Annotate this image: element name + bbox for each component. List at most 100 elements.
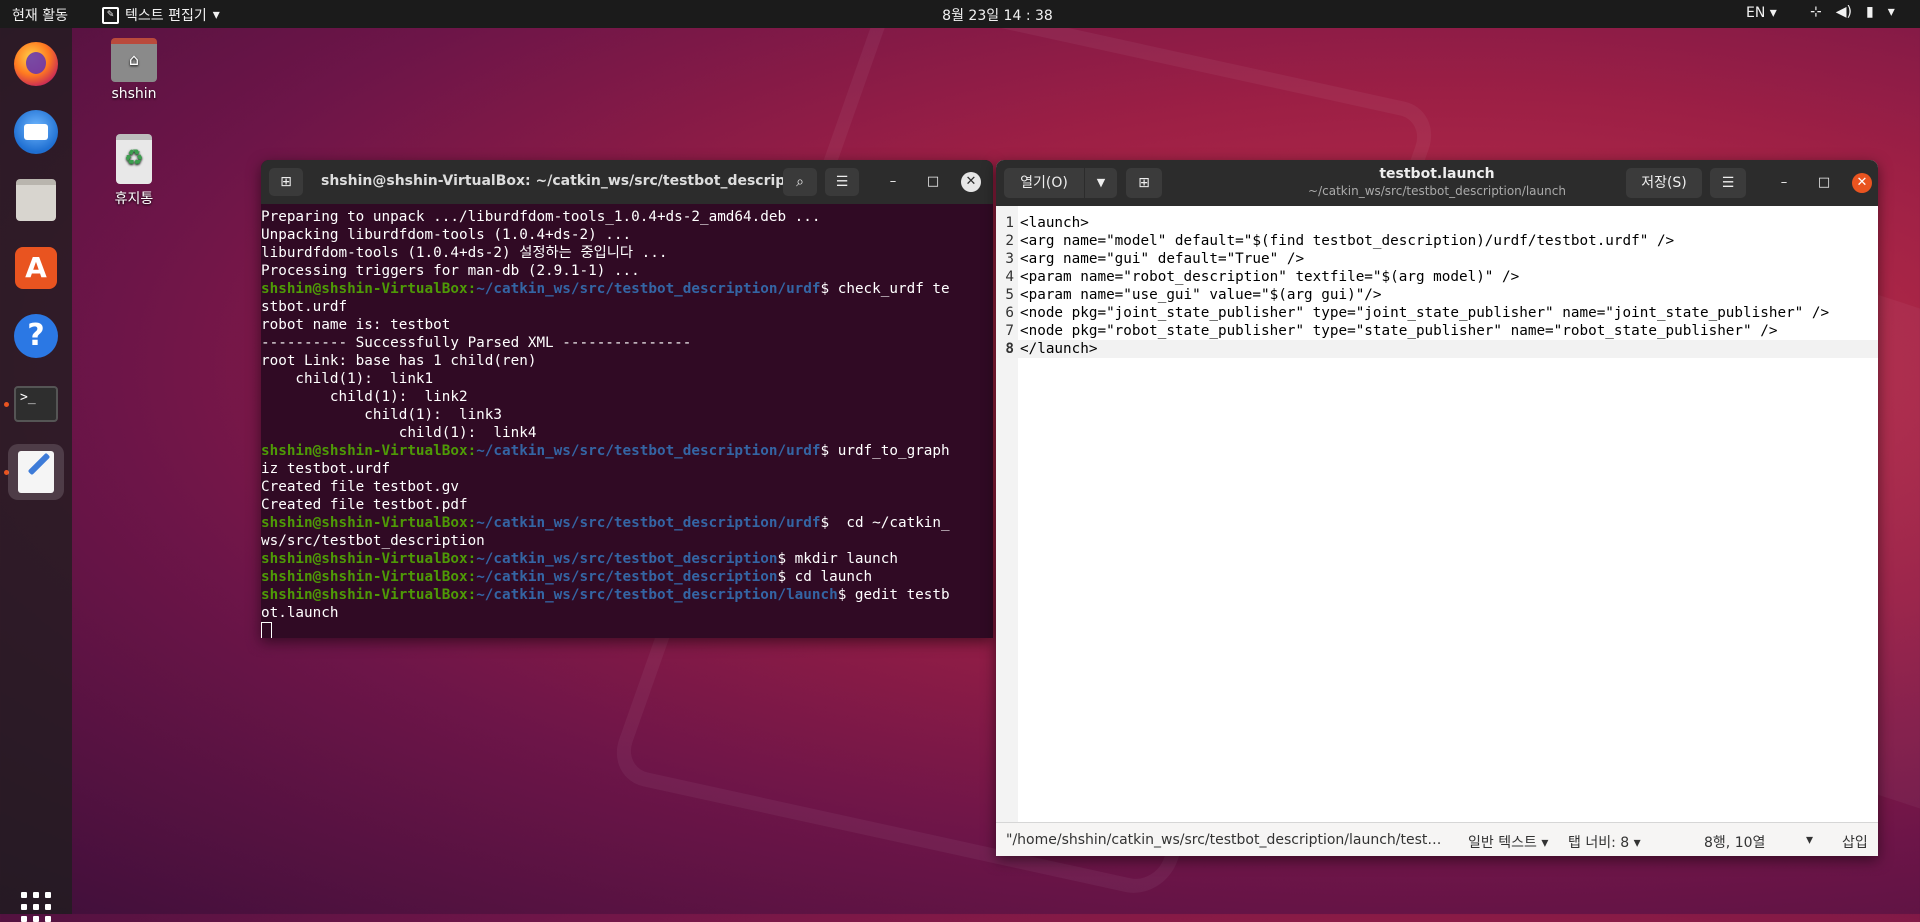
new-tab-button[interactable]: ⊞ xyxy=(269,168,303,196)
dock-text-editor[interactable] xyxy=(8,444,64,500)
terminal-line: shshin@shshin-VirtualBox:~/catkin_ws/src… xyxy=(261,568,993,586)
terminal-line: shshin@shshin-VirtualBox:~/catkin_ws/src… xyxy=(261,442,993,460)
prompt-user: shshin@shshin-VirtualBox xyxy=(261,515,468,531)
prompt-separator: : xyxy=(467,569,477,585)
clock[interactable]: 8월 23일 14 : 38 xyxy=(942,8,1053,24)
terminal-line: child(1): link3 xyxy=(261,407,503,423)
code-line[interactable]: 4 <param name="robot_description" textfil… xyxy=(996,268,1878,286)
terminal-window[interactable]: ⊞ shshin@shshin-VirtualBox: ~/catkin_ws/… xyxy=(261,160,993,638)
terminal-cursor xyxy=(261,622,272,638)
text-editor-window[interactable]: 열기(O) ▼ ⊞ testbot.launch ~/catkin_ws/src… xyxy=(996,160,1878,856)
menu-button[interactable]: ☰ xyxy=(1710,168,1746,198)
line-number: 2 xyxy=(1005,233,1014,249)
syntax-label: 일반 텍스트 xyxy=(1468,835,1537,851)
editor-area[interactable]: 1 <launch> 2 <arg name="model" default="$(f… xyxy=(996,206,1878,822)
minimize-icon: – xyxy=(889,174,897,189)
line-number: 6 xyxy=(1005,305,1014,321)
minimize-button[interactable]: – xyxy=(1774,173,1794,193)
dock-software[interactable]: A xyxy=(8,240,64,296)
insert-mode[interactable]: 삽입 xyxy=(1842,832,1868,852)
dock-files[interactable] xyxy=(8,172,64,228)
editor-statusbar: "/home/shshin/catkin_ws/src/testbot_desc… xyxy=(996,822,1878,856)
line-text: <arg name="gui" default="True" /> xyxy=(1020,251,1305,267)
desktop-trash[interactable]: ♻ 휴지통 xyxy=(89,134,179,208)
code-line[interactable]: 8 </launch> xyxy=(996,340,1878,358)
terminal-line: root Link: base has 1 child(ren) xyxy=(261,353,537,369)
line-text: <node pkg="robot_state_publisher" type="… xyxy=(1020,323,1778,339)
dock-thunderbird[interactable] xyxy=(8,104,64,160)
terminal-line: child(1): link4 xyxy=(261,425,537,441)
line-number: 7 xyxy=(1005,323,1014,339)
prompt-user: shshin@shshin-VirtualBox xyxy=(261,587,468,603)
code-line[interactable]: 3 <arg name="gui" default="True" /> xyxy=(996,250,1878,268)
line-number: 8 xyxy=(1005,341,1014,357)
menu-button[interactable]: ☰ xyxy=(825,168,859,196)
line-text: <arg name="model" default="$(find testbo… xyxy=(1020,233,1675,249)
desktop-icon-label: 휴지통 xyxy=(114,191,154,207)
minimize-button[interactable]: – xyxy=(883,172,903,192)
cursor-position[interactable]: 8행, 10열 xyxy=(1704,832,1765,852)
prompt-path: ~/catkin_ws/src/testbot_description/urdf xyxy=(476,281,821,297)
prompt-user: shshin@shshin-VirtualBox xyxy=(261,551,468,567)
volume-icon: ◀) xyxy=(1835,4,1852,20)
terminal-line: ws/src/testbot_description xyxy=(261,533,485,549)
maximize-icon: □ xyxy=(926,174,940,189)
code-line[interactable]: 6 <node pkg="joint_state_publisher" type=… xyxy=(996,304,1878,322)
thunderbird-icon xyxy=(14,110,58,154)
app-menu[interactable]: ✎ 텍스트 편집기 ▾ xyxy=(102,5,220,25)
minimize-icon: – xyxy=(1780,175,1788,190)
dock-terminal[interactable]: >_ xyxy=(8,376,64,432)
activities-button[interactable]: 현재 활동 xyxy=(12,5,68,25)
top-bar: 현재 활동 ✎ 텍스트 편집기 ▾ 8월 23일 14 : 38 EN ▾ ⊹ … xyxy=(0,0,1920,28)
dock-firefox[interactable] xyxy=(8,36,64,92)
prompt-separator: : xyxy=(467,551,477,567)
chevron-down-icon: ▾ xyxy=(1769,5,1777,21)
close-icon: ✕ xyxy=(965,174,977,189)
line-text: <launch> xyxy=(1020,215,1089,231)
trash-icon: ♻ xyxy=(116,134,152,184)
search-button[interactable]: ⌕ xyxy=(783,168,817,196)
new-document-button[interactable]: ⊞ xyxy=(1126,168,1162,198)
prompt-path: ~/catkin_ws/src/testbot_description/urdf xyxy=(476,443,821,459)
syntax-selector[interactable]: 일반 텍스트 ▾ xyxy=(1468,832,1548,852)
close-button[interactable]: ✕ xyxy=(1852,173,1872,193)
maximize-button[interactable]: □ xyxy=(1814,173,1834,193)
terminal-line: iz testbot.urdf xyxy=(261,461,391,477)
language-selector[interactable]: EN ▾ xyxy=(1746,5,1777,21)
terminal-line: Processing triggers for man-db (2.9.1-1)… xyxy=(261,263,640,279)
prompt-separator: : xyxy=(467,515,477,531)
maximize-button[interactable]: □ xyxy=(923,172,943,192)
maximize-icon: □ xyxy=(1817,175,1831,190)
code-view[interactable]: 1 <launch> 2 <arg name="model" default="$(f… xyxy=(996,214,1878,358)
prompt-path: ~/catkin_ws/src/testbot_description/laun… xyxy=(476,587,838,603)
terminal-line: child(1): link2 xyxy=(261,389,468,405)
chevron-down-icon: ▾ xyxy=(1541,835,1549,851)
system-tray[interactable]: ⊹ ◀) ▮ ▾ xyxy=(1810,4,1895,20)
code-line[interactable]: 7 <node pkg="robot_state_publisher" type=… xyxy=(996,322,1878,340)
text-editor-icon xyxy=(18,451,54,493)
line-text: <node pkg="joint_state_publisher" type="… xyxy=(1020,305,1830,321)
terminal-output[interactable]: Preparing to unpack .../liburdfdom-tools… xyxy=(261,204,993,638)
line-text: </launch> xyxy=(1020,341,1098,357)
save-button[interactable]: 저장(S) xyxy=(1626,168,1702,198)
prompt-separator: : xyxy=(467,587,477,603)
code-line[interactable]: 2 <arg name="model" default="$(find testb… xyxy=(996,232,1878,250)
home-folder-icon: ⌂ xyxy=(111,38,157,82)
terminal-headerbar[interactable]: ⊞ shshin@shshin-VirtualBox: ~/catkin_ws/… xyxy=(261,160,993,204)
open-button[interactable]: 열기(O) xyxy=(1004,168,1084,198)
terminal-line: Unpacking liburdfdom-tools (1.0.4+ds-2) … xyxy=(261,227,632,243)
editor-headerbar[interactable]: 열기(O) ▼ ⊞ testbot.launch ~/catkin_ws/src… xyxy=(996,160,1878,206)
chevron-down-icon[interactable]: ▾ xyxy=(1806,832,1813,848)
tab-width-selector[interactable]: 탭 너비: 8 ▾ xyxy=(1568,832,1641,852)
open-dropdown-button[interactable]: ▼ xyxy=(1085,168,1117,198)
prompt-path: ~/catkin_ws/src/testbot_description xyxy=(476,569,778,585)
terminal-title: shshin@shshin-VirtualBox: ~/catkin_ws/sr… xyxy=(321,173,808,189)
terminal-line: child(1): link1 xyxy=(261,371,434,387)
show-applications-icon[interactable] xyxy=(21,892,51,922)
code-line[interactable]: 5 <param name="use_gui" value="$(arg gui)… xyxy=(996,286,1878,304)
code-line[interactable]: 1 <launch> xyxy=(996,214,1878,232)
terminal-line: liburdfdom-tools (1.0.4+ds-2) 설정하는 중입니다 … xyxy=(261,245,668,261)
dock-help[interactable]: ? xyxy=(8,308,64,364)
desktop-home-folder[interactable]: ⌂ shshin xyxy=(89,38,179,102)
close-button[interactable]: ✕ xyxy=(961,172,981,192)
